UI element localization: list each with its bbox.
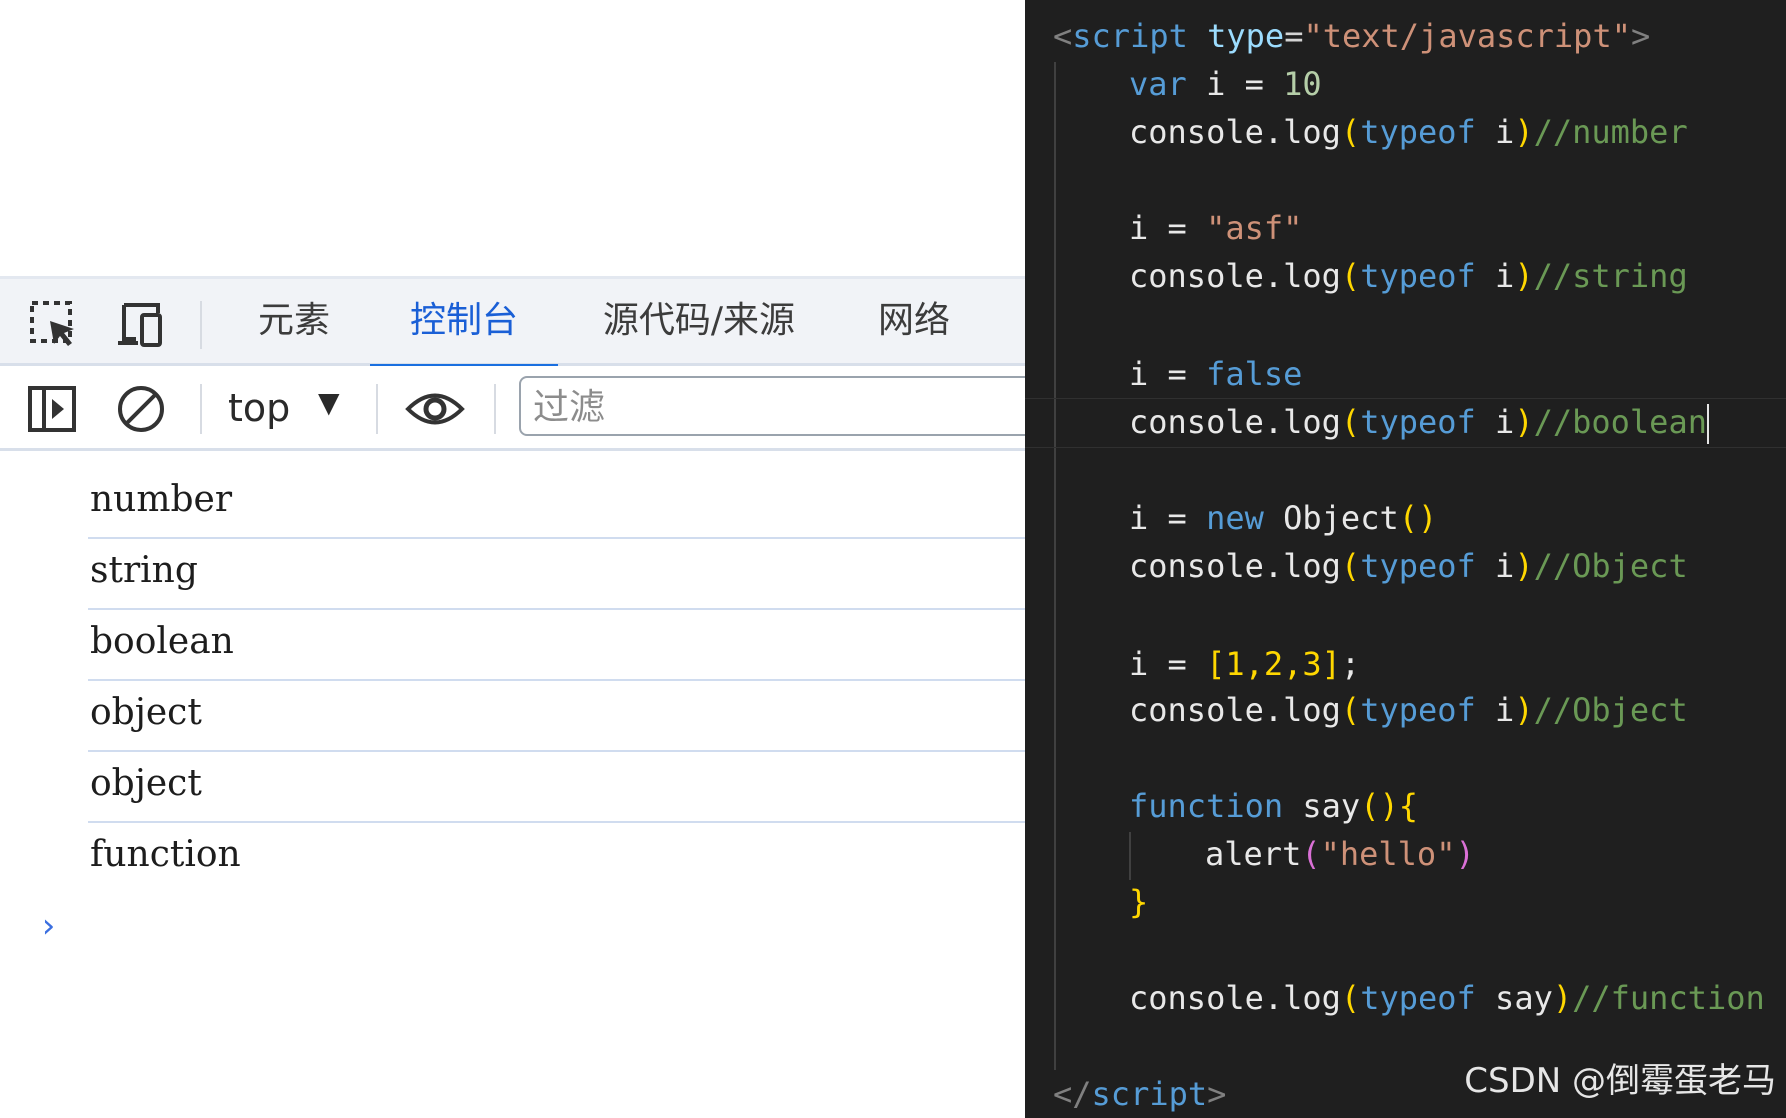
toolbar-separator [200, 384, 202, 434]
sidebar-toggle-icon[interactable] [26, 382, 80, 436]
code-line: </script> [1053, 1075, 1227, 1113]
tab-bar-separator [200, 301, 202, 349]
code-line: console.log(typeof i)//Object [1129, 547, 1688, 585]
indent-guide [1054, 62, 1056, 1070]
watermark: CSDN @倒霉蛋老马 [1464, 1061, 1776, 1101]
console-log-row: object [88, 752, 1025, 823]
text-cursor [1706, 404, 1709, 444]
code-line: console.log(typeof i)//Object [1129, 691, 1688, 729]
tab-elements[interactable]: 元素 [236, 279, 352, 366]
console-log-row: string [88, 539, 1025, 610]
console-log-row: number [88, 468, 1025, 539]
toolbar-separator [494, 384, 496, 434]
devtools-tab-bar: 元素 控制台 源代码/来源 网络 [0, 276, 1025, 369]
console-output: number string boolean object object func… [0, 468, 1025, 894]
console-log-row: function [90, 834, 241, 875]
console-toolbar: top ▼ [0, 366, 1025, 451]
tab-network[interactable]: 网络 [862, 279, 966, 366]
eye-icon[interactable] [404, 382, 466, 436]
tab-console[interactable]: 控制台 [370, 279, 558, 369]
code-line: alert("hello") [1205, 835, 1475, 873]
code-line: i = new Object() [1129, 499, 1438, 537]
device-toolbar-icon[interactable] [114, 299, 166, 351]
filter-box [519, 376, 1025, 436]
code-line: var i = 10 [1129, 65, 1322, 103]
devtools-panel: 元素 控制台 源代码/来源 网络 top ▼ number st [0, 0, 1025, 1118]
code-line: console.log(typeof i)//number [1129, 113, 1688, 151]
console-prompt-icon[interactable]: › [38, 906, 58, 946]
code-line: i = [1,2,3]; [1129, 645, 1361, 683]
clear-console-icon[interactable] [114, 382, 168, 436]
inspect-element-icon[interactable] [28, 299, 80, 351]
code-line: console.log(typeof say)//function [1129, 979, 1765, 1017]
tab-sources[interactable]: 源代码/来源 [588, 279, 810, 366]
indent-guide [1129, 832, 1131, 880]
console-log-row: object [88, 681, 1025, 752]
code-line: i = "asf" [1129, 209, 1303, 247]
filter-input[interactable] [531, 378, 1015, 436]
code-line: } [1129, 883, 1149, 921]
code-line: console.log(typeof i)//string [1129, 257, 1688, 295]
context-selector[interactable]: top [228, 380, 290, 436]
code-editor[interactable]: <script type="text/javascript"> var i = … [1025, 0, 1786, 1118]
console-log-row: boolean [88, 610, 1025, 681]
toolbar-separator [376, 384, 378, 434]
code-line: i = false [1129, 355, 1303, 393]
dropdown-arrow-icon[interactable]: ▼ [318, 386, 340, 419]
code-line: console.log(typeof i)//boolean [1129, 398, 1709, 446]
code-line: function say(){ [1129, 787, 1418, 825]
code-line: <script type="text/javascript"> [1053, 17, 1651, 55]
